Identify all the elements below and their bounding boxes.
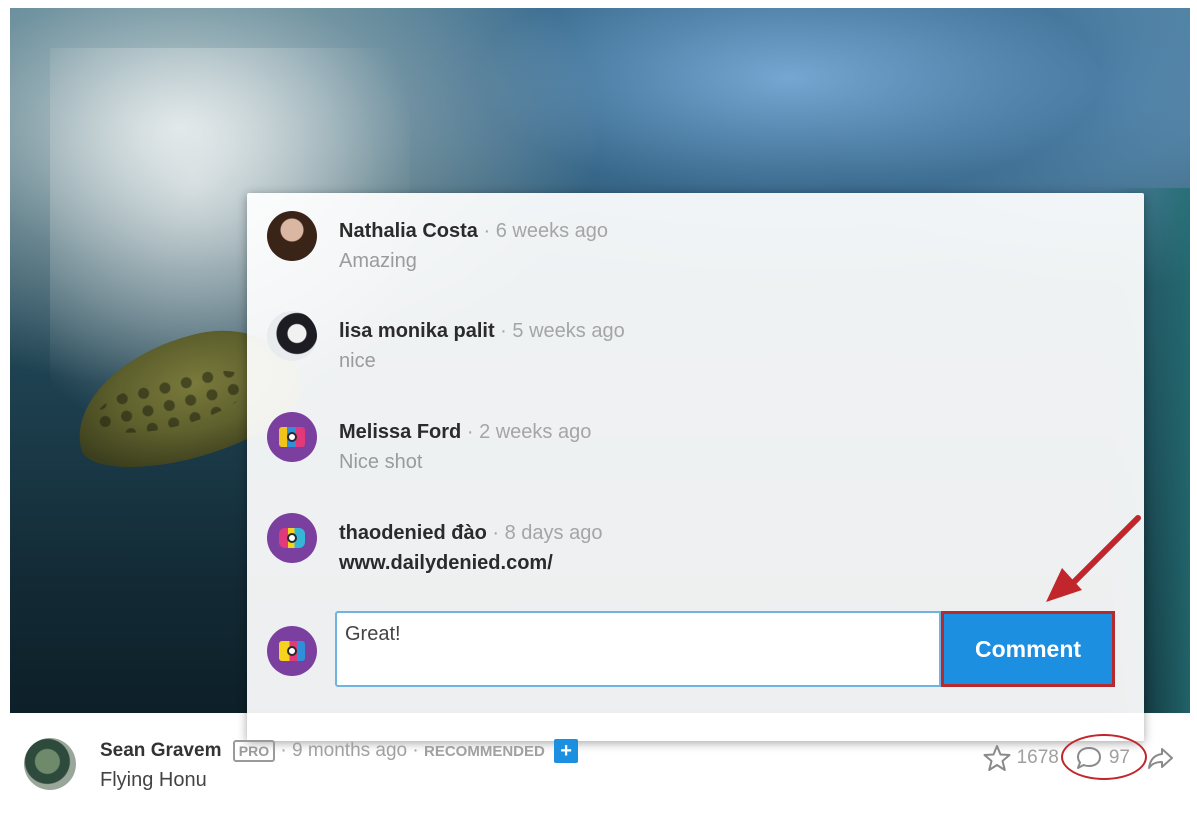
- pro-badge: PRO: [232, 740, 276, 763]
- author-avatar[interactable]: [24, 738, 76, 790]
- commenter-name[interactable]: thaodenied đào: [339, 522, 487, 544]
- comment-time: 6 weeks ago: [495, 220, 609, 242]
- comments-stat[interactable]: 97: [1060, 734, 1147, 780]
- comment-text: Nice shot: [339, 451, 423, 473]
- comment-time: 2 weeks ago: [479, 421, 592, 443]
- share-arrow-icon[interactable]: [1146, 744, 1174, 772]
- separator: ·: [500, 320, 507, 342]
- commenter-name[interactable]: lisa monika palit: [339, 320, 495, 342]
- camera-icon: [279, 427, 305, 447]
- camera-icon: [279, 528, 305, 548]
- comment-item: Melissa Ford · 2 weeks ago Nice shot: [267, 412, 1087, 473]
- comment-text: Amazing: [339, 250, 417, 272]
- comment-input[interactable]: Great!: [335, 611, 941, 687]
- current-user-avatar: [267, 626, 317, 676]
- avatar[interactable]: [267, 211, 317, 261]
- photo-meta: · 9 months ago ·: [280, 740, 419, 762]
- comment-bubble-icon[interactable]: [1075, 744, 1103, 772]
- avatar[interactable]: [267, 412, 317, 462]
- avatar[interactable]: [267, 311, 317, 361]
- comment-time: 5 weeks ago: [512, 320, 625, 342]
- separator: ·: [466, 421, 474, 443]
- comment-text: nice: [339, 350, 376, 372]
- photo-stats: 1678 97: [983, 734, 1174, 780]
- comment-item: lisa monika palit · 5 weeks ago nice: [267, 311, 1087, 372]
- comment-header: Melissa Ford · 2 weeks ago: [339, 420, 591, 444]
- comments-count: 97: [1108, 747, 1130, 768]
- comment-link[interactable]: www.dailydenied.com/: [339, 551, 553, 575]
- red-circle-annotation: [1060, 734, 1147, 780]
- comment-item: Nathalia Costa · 6 weeks ago Amazing: [267, 211, 1087, 272]
- comment-header: lisa monika palit · 5 weeks ago: [339, 319, 625, 343]
- commenter-name[interactable]: Melissa Ford: [339, 421, 461, 443]
- comment-header: thaodenied đào · 8 days ago: [339, 521, 602, 545]
- author-name[interactable]: Sean Gravem: [100, 740, 221, 761]
- comment-button[interactable]: Comment: [941, 611, 1115, 687]
- star-icon[interactable]: [983, 744, 1011, 772]
- comment-header: Nathalia Costa · 6 weeks ago: [339, 219, 608, 243]
- photo-page: Nathalia Costa · 6 weeks ago Amazing lis…: [0, 0, 1197, 821]
- camera-icon: [279, 641, 305, 661]
- comment-time: 8 days ago: [504, 522, 603, 544]
- comments-panel: Nathalia Costa · 6 weeks ago Amazing lis…: [247, 193, 1144, 741]
- recommended-label: RECOMMENDED: [424, 743, 545, 761]
- comment-item: thaodenied đào · 8 days ago www.dailyden…: [267, 513, 1087, 575]
- comment-composer: Great! Comment: [267, 611, 1117, 691]
- author-line: Sean Gravem PRO · 9 months ago · RECOMME…: [100, 739, 579, 764]
- photo-footer: Sean Gravem PRO · 9 months ago · RECOMME…: [10, 713, 1190, 813]
- follow-plus-button[interactable]: +: [554, 739, 579, 763]
- likes-count: 1678: [1016, 747, 1059, 768]
- commenter-name[interactable]: Nathalia Costa: [339, 220, 478, 242]
- separator: ·: [483, 220, 491, 242]
- photo-title: Flying Honu: [100, 769, 207, 791]
- avatar[interactable]: [267, 513, 317, 563]
- separator: ·: [492, 522, 500, 544]
